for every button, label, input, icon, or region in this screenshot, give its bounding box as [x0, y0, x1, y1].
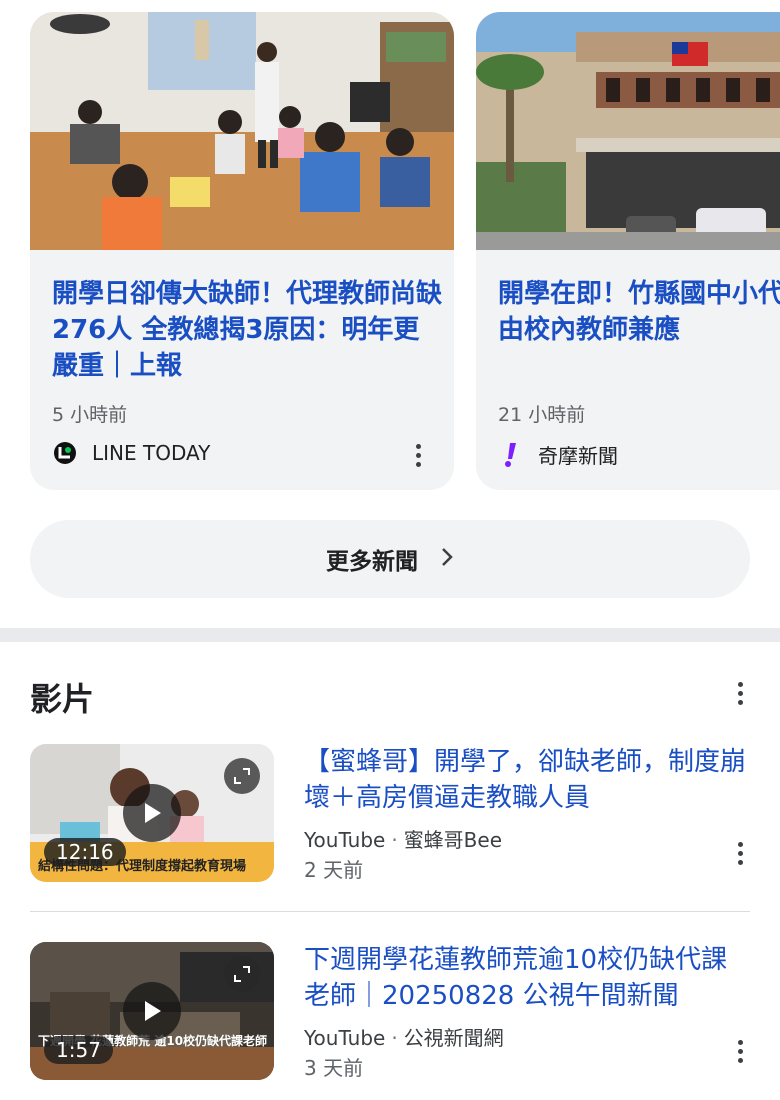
line-today-logo-icon — [52, 440, 78, 466]
yahoo-news-logo-icon — [498, 442, 524, 468]
expand-icon[interactable] — [224, 758, 260, 794]
video-thumbnail[interactable]: 下週開學 花蓮教師荒 逾10校仍缺代課老師 1:57 — [30, 942, 274, 1080]
video-platform: YouTube — [304, 1026, 386, 1050]
video-duration: 1:57 — [44, 1036, 113, 1064]
news-card[interactable]: 開學日卻傳大缺師！代理教師尚缺276人 全教總揭3原因：明年更嚴重｜上報 5 小… — [30, 12, 454, 490]
news-source-name: LINE TODAY — [92, 441, 211, 465]
video-channel: 公視新聞網 — [403, 1026, 504, 1050]
news-thumbnail-government-building — [476, 12, 780, 250]
list-divider — [30, 911, 750, 912]
chevron-right-icon — [440, 547, 454, 571]
news-timestamp: 5 小時前 — [52, 404, 128, 426]
news-carousel: 開學日卻傳大缺師！代理教師尚缺276人 全教總揭3原因：明年更嚴重｜上報 5 小… — [0, 0, 780, 500]
video-channel: 蜜蜂哥Bee — [403, 828, 503, 852]
news-headline[interactable]: 開學日卻傳大缺師！代理教師尚缺276人 全教總揭3原因：明年更嚴重｜上報 — [52, 276, 442, 384]
video-more-options-icon[interactable] — [728, 838, 752, 868]
section-more-options-icon[interactable] — [728, 678, 752, 708]
section-title: 影片 — [30, 680, 95, 718]
play-icon[interactable] — [123, 982, 181, 1040]
more-options-icon[interactable] — [406, 440, 430, 470]
video-meta: YouTube · 公視新聞網 — [304, 1022, 504, 1051]
more-news-label: 更多新聞 — [326, 549, 418, 575]
video-platform: YouTube — [304, 828, 386, 852]
news-thumbnail-classroom — [30, 12, 454, 250]
video-result[interactable]: 結構性問題：代理制度撐起教育現場 12:16 【蜜蜂哥】開學了，卻缺老師，制度崩… — [30, 744, 750, 884]
news-source-name: 奇摩新聞 — [538, 444, 618, 468]
meta-separator: · — [391, 1026, 398, 1050]
play-icon[interactable] — [123, 784, 181, 842]
news-timestamp: 21 小時前 — [498, 404, 586, 426]
news-source: LINE TODAY — [52, 440, 210, 466]
news-headline[interactable]: 開學在即！竹縣國中小代理教師 由校內教師兼應 — [498, 276, 780, 348]
video-thumbnail[interactable]: 結構性問題：代理制度撐起教育現場 12:16 — [30, 744, 274, 882]
video-result[interactable]: 下週開學 花蓮教師荒 逾10校仍缺代課老師 1:57 下週開學花蓮教師荒逾10校… — [30, 942, 750, 1082]
video-meta: YouTube · 蜜蜂哥Bee — [304, 824, 502, 853]
video-timestamp: 2 天前 — [304, 858, 364, 882]
video-timestamp: 3 天前 — [304, 1056, 364, 1080]
video-more-options-icon[interactable] — [728, 1036, 752, 1066]
video-title[interactable]: 下週開學花蓮教師荒逾10校仍缺代課老師｜20250828 公視午間新聞 — [304, 942, 750, 1014]
expand-icon[interactable] — [224, 956, 260, 992]
news-source: 奇摩新聞 — [498, 440, 618, 469]
section-divider — [0, 628, 780, 642]
more-news-button[interactable]: 更多新聞 — [30, 520, 750, 598]
video-title[interactable]: 【蜜蜂哥】開學了，卻缺老師，制度崩壞＋高房價逼走教職人員 — [304, 744, 750, 816]
meta-separator: · — [391, 828, 398, 852]
video-duration: 12:16 — [44, 838, 126, 866]
news-card[interactable]: 開學在即！竹縣國中小代理教師 由校內教師兼應 21 小時前 奇摩新聞 — [476, 12, 780, 490]
